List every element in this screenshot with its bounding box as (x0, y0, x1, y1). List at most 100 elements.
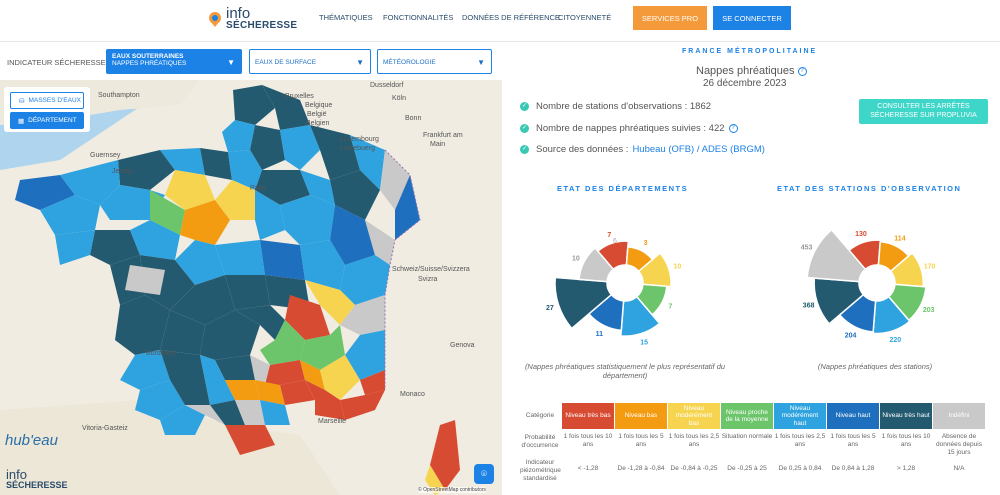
france-map[interactable]: Southampton Bruxelles Dusseldorf Belgiqu… (0, 80, 502, 495)
legend-row-category: Catégorie (525, 412, 555, 419)
legend-category-cell: Niveau bas (615, 403, 667, 429)
layers-icon: ⛁ (19, 97, 25, 105)
check-circle-icon (520, 102, 529, 111)
select-line2: NAPPES PHRÉATIQUES (112, 60, 187, 67)
pie-slice-label: 204 (845, 332, 857, 339)
dept-pie-chart[interactable]: 7 3 10 7 15 11 27 10 6 (535, 200, 715, 360)
map-label-belgien: Belgien (306, 120, 330, 127)
legend-proba-cell: 1 fois tous les 10 ans (881, 433, 931, 449)
propluvia-line1: CONSULTER LES ARRÊTÉS (877, 103, 970, 111)
chevron-down-icon: ▼ (356, 58, 364, 67)
legend-indic-cell: De 0,25 à 0,84 (778, 465, 822, 472)
legend-category-cell: Niveau très haut (880, 403, 932, 429)
panel-date: 26 décembre 2023 (703, 78, 787, 89)
pie-slice-label: 10 (673, 263, 681, 270)
info-secheresse-logo[interactable]: info SÉCHERESSE (207, 6, 297, 31)
nav-thematiques[interactable]: THÉMATIQUES (319, 13, 373, 22)
top-navbar: info SÉCHERESSE THÉMATIQUES FONCTIONNALI… (0, 0, 1000, 42)
chevron-down-icon: ▼ (227, 58, 235, 67)
pie-slice-label: 11 (596, 331, 604, 338)
pie-slice-label: 170 (924, 263, 936, 270)
region-title: FRANCE MÉTROPOLITAINE (682, 48, 818, 55)
stat-nappes-text: Nombre de nappes phréatiques suivies : 4… (536, 123, 725, 134)
meteorologie-select[interactable]: MÉTÉOROLOGIE ▼ (377, 49, 492, 74)
logo-secheresse-text: SÉCHERESSE (226, 20, 298, 31)
legend-category-cell: Indéfini (933, 403, 985, 429)
pie-slice-label: 7 (668, 304, 672, 311)
stat-source-prefix: Source des données : (536, 144, 629, 155)
select-label: MÉTÉOROLOGIE (383, 59, 436, 66)
nav-donnees-reference[interactable]: DONNÉES DE RÉFÉRENCE (462, 13, 560, 22)
legend-category-cell: Niveau haut (827, 403, 879, 429)
map-label-svizra: Svizra (418, 276, 438, 283)
departement-button[interactable]: ▦ DÉPARTEMENT (10, 112, 84, 129)
pie-slice-label: 130 (855, 231, 867, 238)
map-label-koln: Köln (392, 95, 407, 102)
pie-slice-label: 114 (894, 235, 905, 242)
map-label-bonn: Bonn (405, 115, 422, 122)
pie-slice-label: 203 (923, 307, 935, 314)
pie-slice-label: 220 (890, 337, 902, 344)
select-line1: EAUX SOUTERRAINES (112, 53, 184, 60)
map-info-secheresse-logo: info SÉCHERESSE (6, 468, 68, 490)
legend-row-proba-1: Probabilité (524, 434, 556, 441)
propluvia-button[interactable]: CONSULTER LES ARRÊTÉS SÉCHERESSE SUR PRO… (859, 99, 988, 124)
login-button[interactable]: SE CONNECTER (713, 6, 791, 30)
pie-slice-label: 27 (546, 305, 554, 312)
legend-row-proba: Probabilité d'occurrence (520, 434, 560, 450)
map-label-schweiz: Schweiz/Suisse/Svizzera (392, 266, 470, 273)
dept-caption-line1: (Nappes phréatiques statistiquement le p… (524, 362, 726, 371)
eaux-souterraines-select[interactable]: EAUX SOUTERRAINES NAPPES PHRÉATIQUES ▼ (106, 49, 242, 74)
nav-citoyennete[interactable]: CITOYENNETÉ (558, 13, 611, 22)
map-label-belgie: België (307, 111, 327, 118)
legend-proba-cell: 1 fois tous les 5 ans (830, 433, 876, 449)
map-label-belgique: Belgique (305, 102, 333, 109)
map-label-frankfurt: Frankfurt am (423, 132, 463, 139)
map-label-bruxelles: Bruxelles (285, 93, 314, 100)
legend-row-indic-3: standardisé (523, 475, 557, 483)
legend-category-cell: Niveau très bas (562, 403, 614, 429)
check-circle-icon (520, 145, 529, 154)
select-label: EAUX DE SURFACE (255, 59, 317, 66)
map-label-guernsey: Guernsey (90, 152, 121, 159)
stat-stations: Nombre de stations d'observations : 1862 (520, 101, 711, 112)
map-label-genova: Genova (450, 342, 475, 349)
help-icon[interactable]: ? (728, 124, 738, 133)
map-label-letzebuerg: Lëtzebuerg (340, 145, 376, 152)
help-icon[interactable]: ? (797, 66, 807, 76)
propluvia-line2: SÉCHERESSE SUR PROPLUVIA (870, 111, 977, 119)
eaux-surface-select[interactable]: EAUX DE SURFACE ▼ (249, 49, 371, 74)
map-label-bordeaux: Bordeaux (146, 350, 176, 357)
masses-deau-button[interactable]: ⛁ MASSES D'EAUX (10, 92, 84, 109)
legend-indic-cell: De -0,25 à 25 (727, 465, 767, 472)
legend-category-cell: Niveau modérément bas (668, 403, 720, 429)
stations-pie-chart[interactable]: 130 114 170 203 220 204 368 453 (787, 200, 967, 360)
legend-proba-cell: 1 fois tous les 5 ans (618, 433, 664, 449)
check-circle-icon (520, 124, 529, 133)
legend-category-cell: Niveau modérément haut (774, 403, 826, 429)
legend-indic-cell: De 0,84 à 1,28 (831, 465, 875, 472)
panel-subtitle-text: Nappes phréatiques (696, 65, 795, 77)
legend-row-proba-2: d'occurrence (521, 442, 559, 450)
departement-label: DÉPARTEMENT (28, 117, 77, 124)
pie-slice-label: 3 (644, 240, 648, 247)
drop-pin-icon (207, 11, 223, 27)
nav-fonctionnalites[interactable]: FONCTIONNALITÉS (383, 13, 453, 22)
map-canvas[interactable] (0, 80, 502, 495)
stat-source: Source des données : Hubeau (OFB) / ADES… (520, 144, 765, 155)
map-label-marseille: Marseille (318, 418, 347, 425)
map-attribution[interactable]: © OpenStreetMap contributors (418, 487, 486, 493)
legend-row-indic-1: Indicateur (525, 459, 555, 466)
stat-nappes: Nombre de nappes phréatiques suivies : 4… (520, 123, 738, 134)
camera-icon[interactable]: ⌾ (474, 464, 494, 484)
pie-extra-label: 6 (613, 238, 617, 245)
source-link[interactable]: Hubeau (OFB) / ADES (BRGM) (632, 144, 765, 155)
legend-row-indic: Indicateur piézométrique standardisé (520, 459, 561, 483)
services-pro-button[interactable]: SERVICES PRO (633, 6, 707, 30)
legend-indic-cell: De -0,84 à -0,25 (670, 465, 718, 472)
logo-info-text: info (226, 5, 251, 22)
indicator-label: INDICATEUR SÉCHERESSE : (7, 58, 110, 67)
map-label-luxembourg: Luxembourg (340, 136, 379, 143)
panel-subtitle: Nappes phréatiques ? (696, 65, 807, 77)
legend-proba-cell: Situation normale (721, 433, 773, 440)
